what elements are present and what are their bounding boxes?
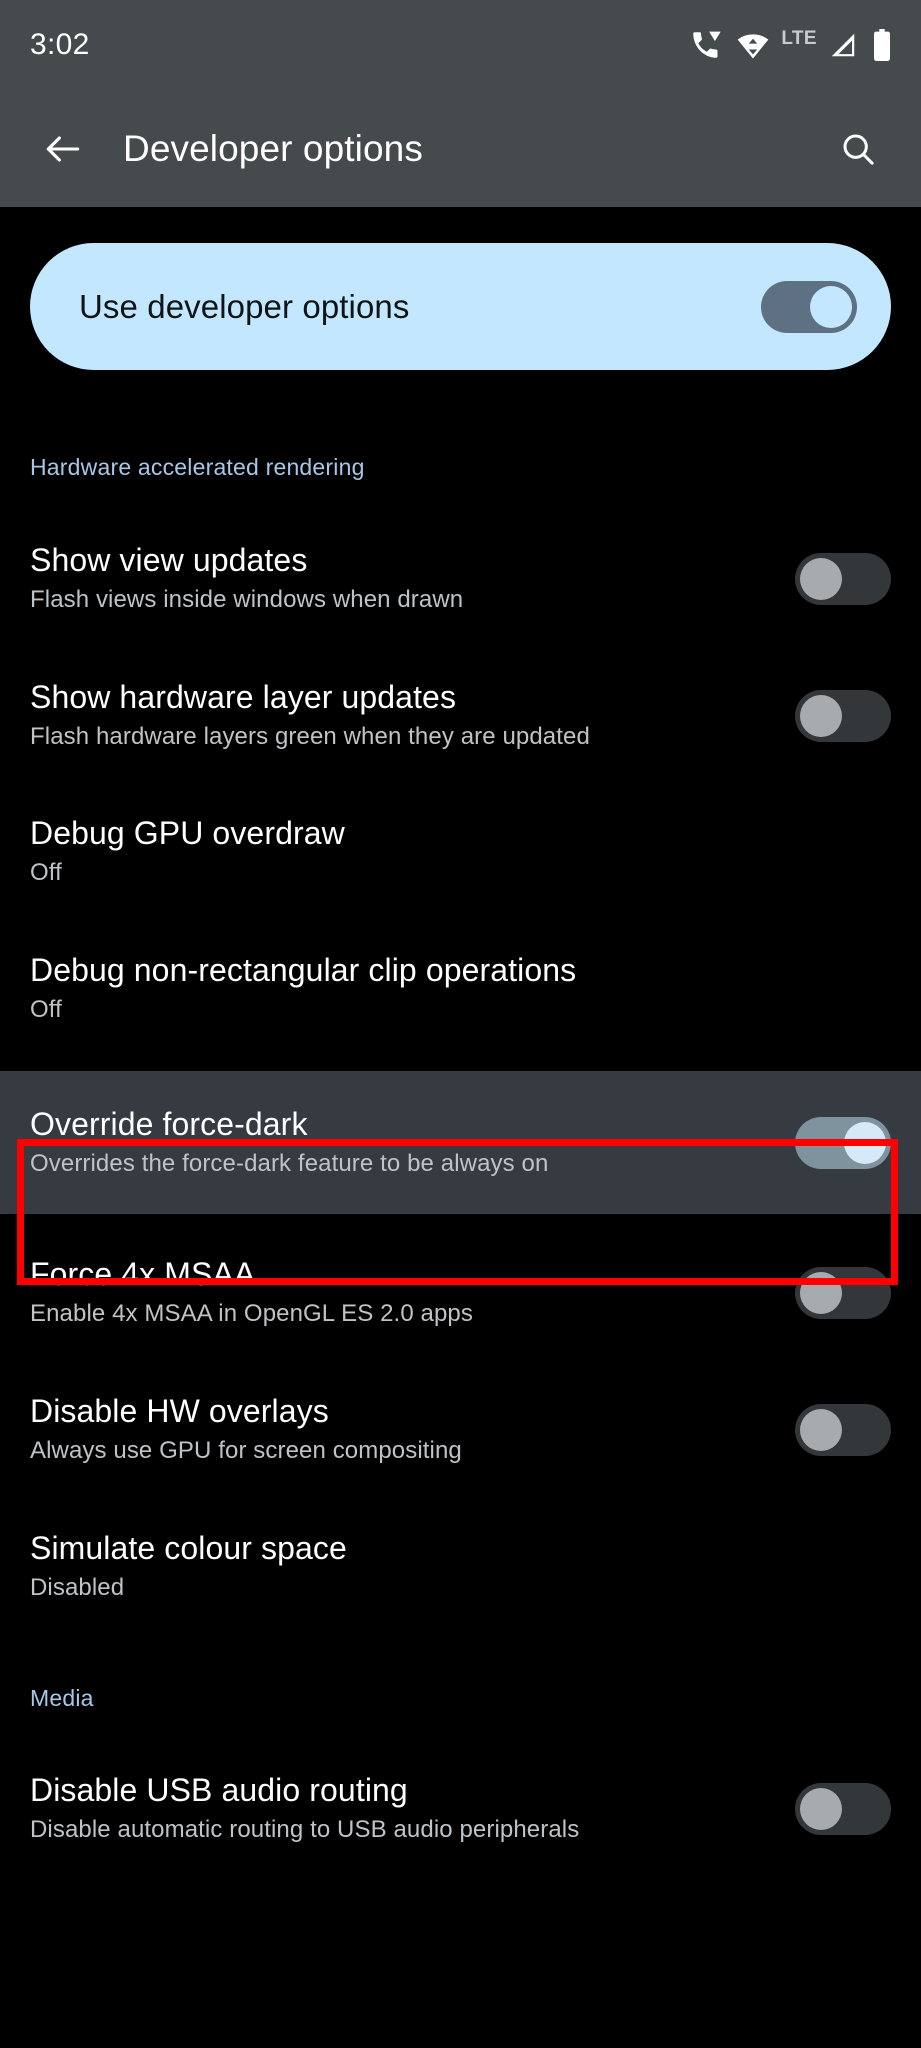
override-force-dark-switch[interactable] — [795, 1116, 891, 1169]
row-texts: Simulate colour space Disabled — [30, 1530, 891, 1604]
row-title: Show hardware layer updates — [30, 678, 457, 715]
section-header-hardware-accelerated-rendering: Hardware accelerated rendering — [30, 454, 365, 480]
settings-list[interactable]: Use developer options Hardware accelerat… — [0, 207, 921, 2048]
row-texts: Debug GPU overdraw Off — [30, 815, 891, 889]
switch-thumb — [800, 1408, 842, 1451]
switch-thumb — [800, 694, 842, 737]
row-subtitle: Enable 4x MSAA in OpenGL ES 2.0 apps — [30, 1300, 473, 1328]
phone-screen: 3:02 LTE Developer options Use developer… — [0, 0, 921, 2048]
disable-hw-overlays-switch[interactable] — [795, 1403, 891, 1456]
back-arrow-icon[interactable] — [30, 116, 96, 182]
row-debug-non-rectangular-clip-operations[interactable]: Debug non-rectangular clip operations Of… — [0, 932, 921, 1045]
switch-track[interactable] — [795, 552, 891, 605]
row-title: Debug non-rectangular clip operations — [30, 951, 577, 988]
disable-usb-audio-routing-switch[interactable] — [795, 1782, 891, 1835]
switch-thumb — [810, 285, 852, 328]
row-override-force-dark[interactable]: Override force-dark Overrides the force-… — [0, 1071, 921, 1214]
status-bar: 3:02 LTE — [0, 0, 921, 90]
switch-thumb — [800, 557, 842, 600]
status-bar-icons: LTE — [689, 28, 893, 62]
switch-track[interactable] — [761, 280, 857, 333]
vowifi-call-icon — [689, 28, 723, 62]
switch-track[interactable] — [795, 1116, 891, 1169]
section-header-media: Media — [30, 1685, 94, 1711]
row-force-4x-msaa[interactable]: Force 4x MSAA Enable 4x MSAA in OpenGL E… — [0, 1236, 921, 1349]
battery-icon — [871, 29, 893, 61]
row-title: Simulate colour space — [30, 1529, 347, 1566]
switch-track[interactable] — [795, 1266, 891, 1319]
row-simulate-colour-space[interactable]: Simulate colour space Disabled — [0, 1510, 921, 1623]
row-texts: Show view updates Flash views inside win… — [30, 542, 771, 616]
row-texts: Disable USB audio routing Disable automa… — [30, 1772, 771, 1846]
row-disable-usb-audio-routing[interactable]: Disable USB audio routing Disable automa… — [0, 1752, 921, 1865]
row-title: Show view updates — [30, 541, 308, 578]
row-subtitle: Overrides the force-dark feature to be a… — [30, 1150, 549, 1178]
app-bar: Developer options — [0, 90, 921, 207]
row-texts: Debug non-rectangular clip operations Of… — [30, 952, 891, 1026]
cellular-signal-icon — [828, 30, 858, 60]
row-debug-gpu-overdraw[interactable]: Debug GPU overdraw Off — [0, 795, 921, 908]
use-developer-options-switch[interactable] — [761, 280, 857, 333]
row-texts: Override force-dark Overrides the force-… — [30, 1106, 771, 1180]
status-bar-clock: 3:02 — [30, 28, 90, 61]
row-show-hardware-layer-updates[interactable]: Show hardware layer updates Flash hardwa… — [0, 659, 921, 772]
row-subtitle: Disabled — [30, 1574, 125, 1602]
row-texts: Disable HW overlays Always use GPU for s… — [30, 1393, 771, 1467]
row-subtitle: Off — [30, 859, 62, 887]
row-title: Override force-dark — [30, 1105, 308, 1142]
switch-thumb — [844, 1121, 886, 1164]
page-title: Developer options — [123, 127, 423, 169]
show-hardware-layer-updates-switch[interactable] — [795, 689, 891, 742]
use-developer-options-label: Use developer options — [79, 287, 410, 325]
row-subtitle: Always use GPU for screen compositing — [30, 1437, 462, 1465]
row-texts: Show hardware layer updates Flash hardwa… — [30, 679, 771, 753]
switch-track[interactable] — [795, 1782, 891, 1835]
row-title: Debug GPU overdraw — [30, 814, 345, 851]
switch-thumb — [800, 1271, 842, 1314]
wifi-data-transfer-icon — [736, 28, 770, 62]
force-4x-msaa-switch[interactable] — [795, 1266, 891, 1319]
row-show-view-updates[interactable]: Show view updates Flash views inside win… — [0, 522, 921, 635]
switch-thumb — [800, 1787, 842, 1830]
row-subtitle: Flash hardware layers green when they ar… — [30, 723, 590, 751]
row-subtitle: Disable automatic routing to USB audio p… — [30, 1816, 580, 1844]
row-title: Disable HW overlays — [30, 1392, 329, 1429]
show-view-updates-switch[interactable] — [795, 552, 891, 605]
switch-track[interactable] — [795, 689, 891, 742]
search-icon[interactable] — [825, 116, 891, 182]
row-subtitle: Off — [30, 996, 62, 1024]
row-texts: Force 4x MSAA Enable 4x MSAA in OpenGL E… — [30, 1256, 771, 1330]
switch-track[interactable] — [795, 1403, 891, 1456]
row-subtitle: Flash views inside windows when drawn — [30, 586, 464, 614]
row-title: Force 4x MSAA — [30, 1255, 256, 1292]
use-developer-options-card[interactable]: Use developer options — [30, 243, 891, 370]
row-title: Disable USB audio routing — [30, 1771, 408, 1808]
row-disable-hw-overlays[interactable]: Disable HW overlays Always use GPU for s… — [0, 1373, 921, 1486]
lte-label: LTE — [781, 28, 817, 49]
